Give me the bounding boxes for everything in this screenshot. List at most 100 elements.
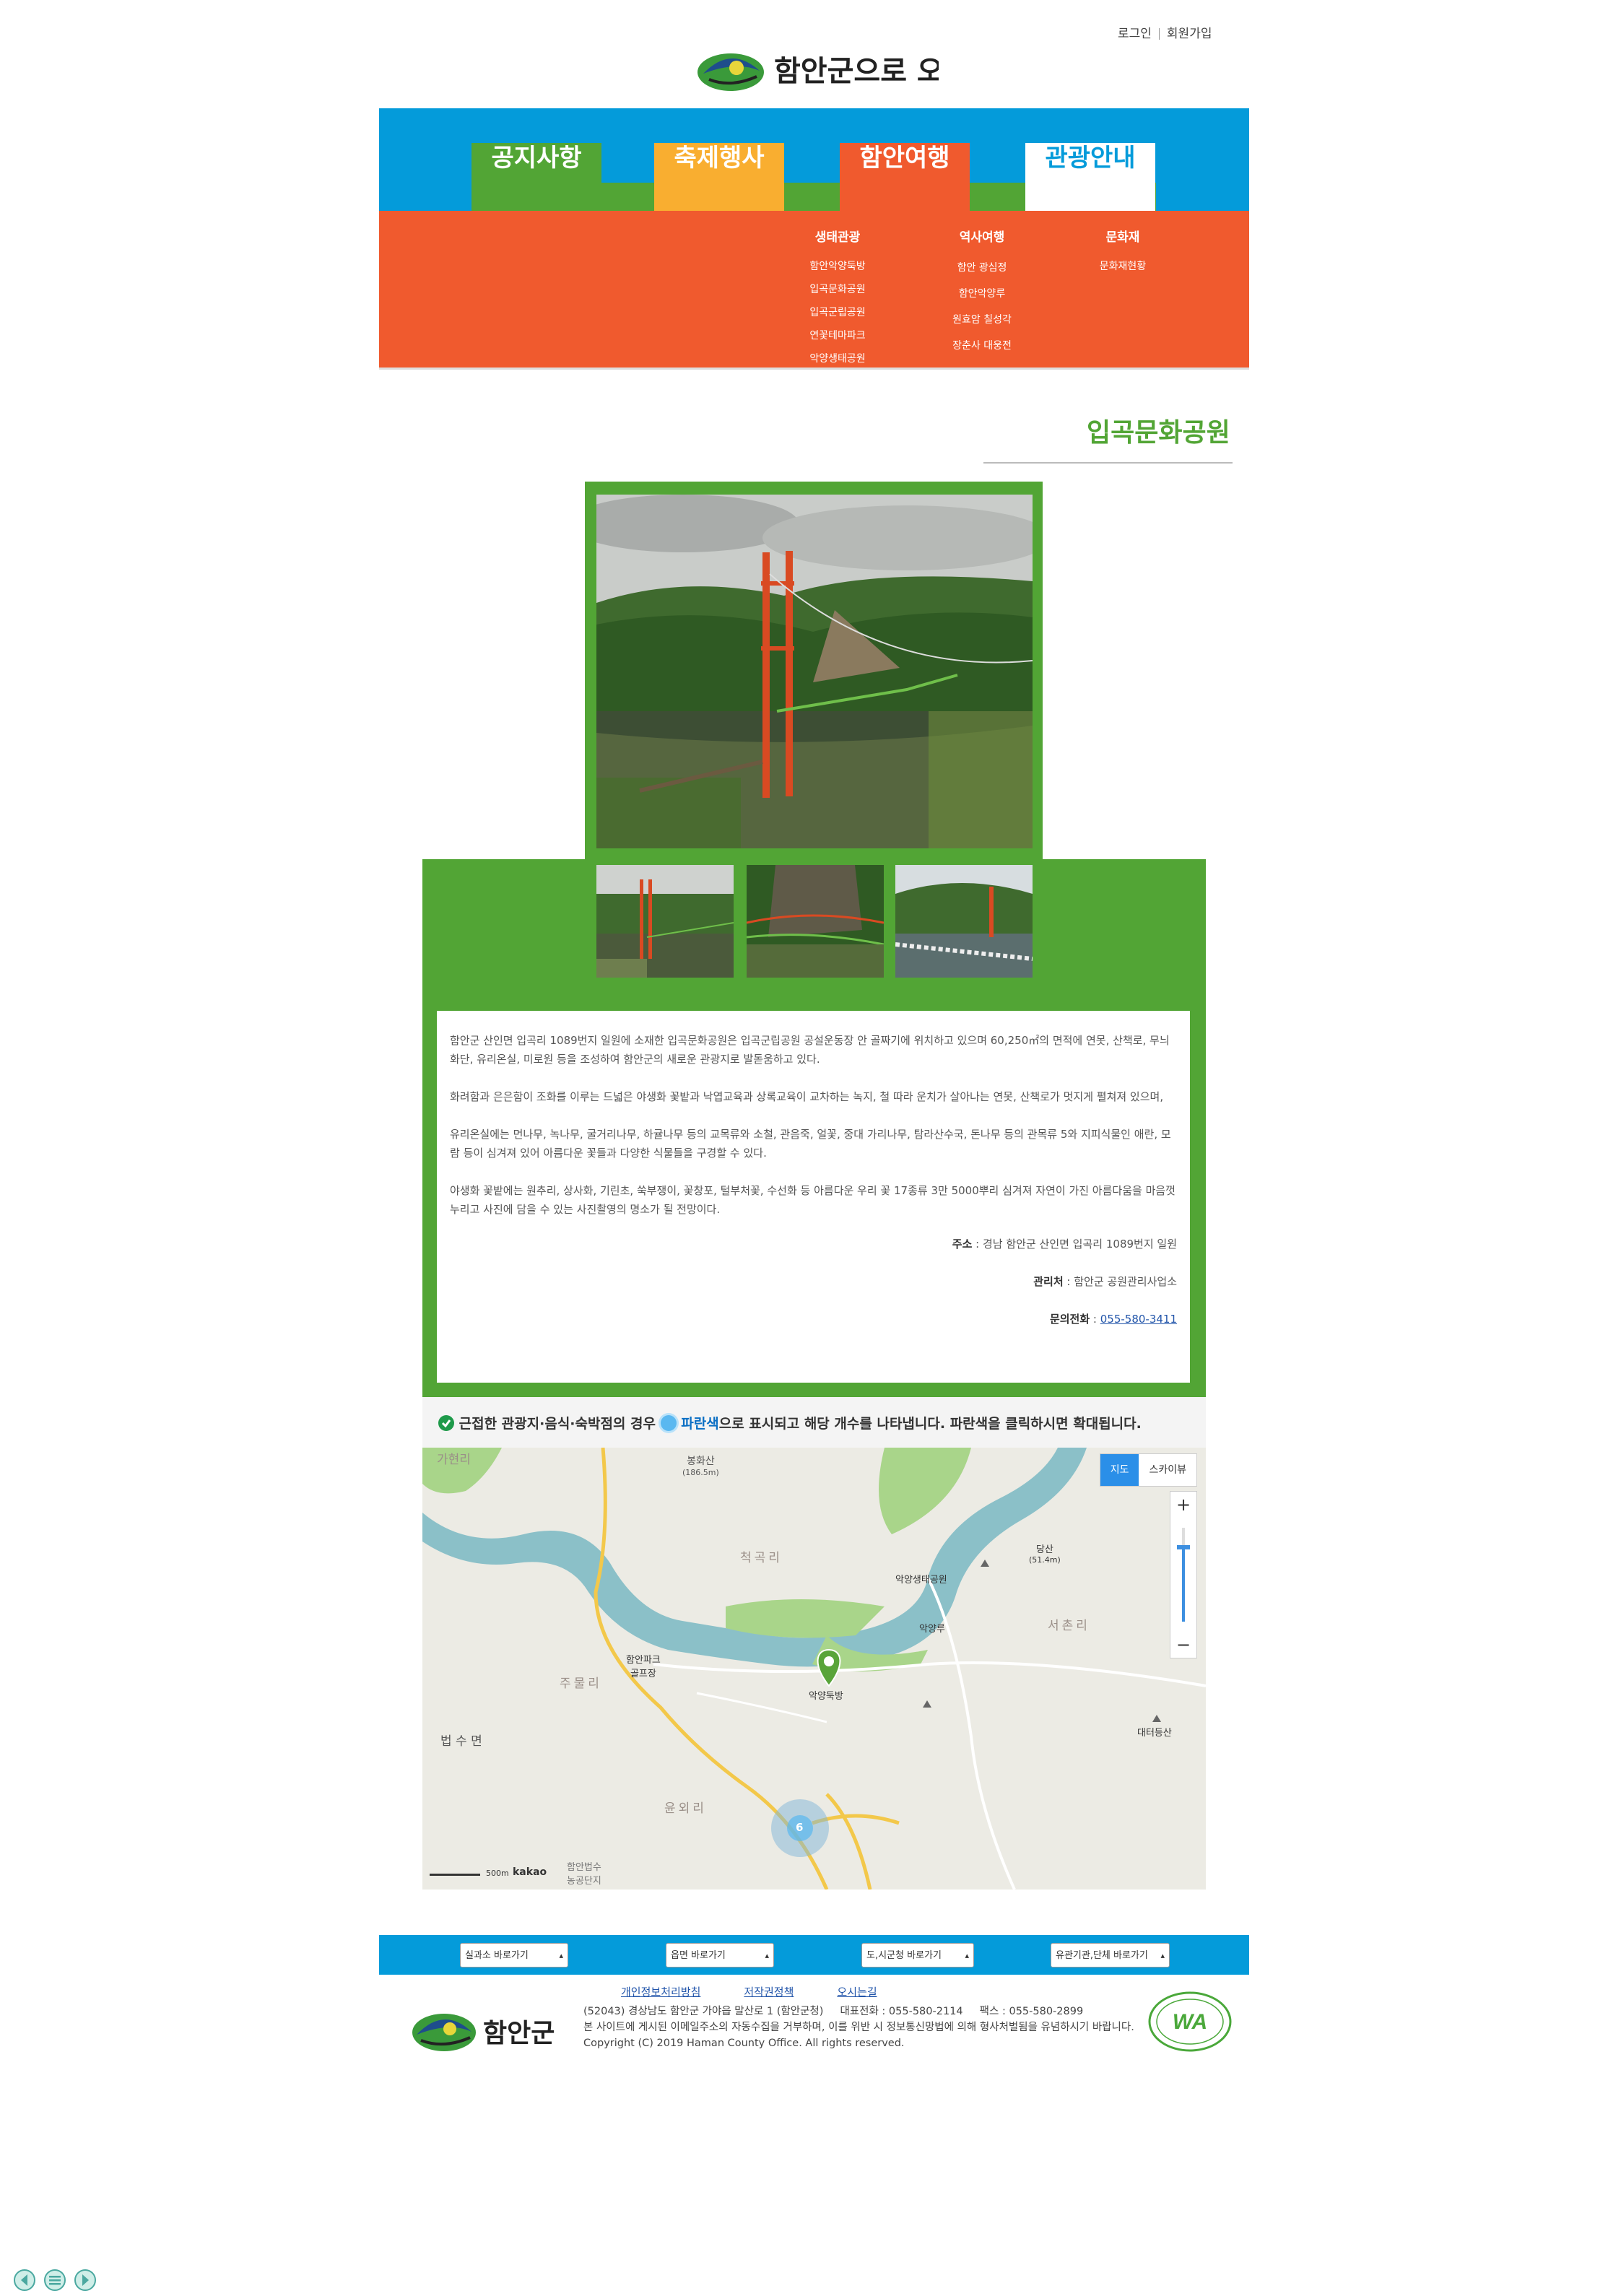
map-scale: 500m xyxy=(486,1869,509,1878)
map-label: 악양둑방 xyxy=(809,1691,843,1702)
menu-item[interactable]: 함안악양루 xyxy=(935,281,1029,307)
description-box: 함안군 산인면 입곡리 1089번지 일원에 소재한 입곡문화공원은 입곡군립공… xyxy=(437,1011,1190,1383)
privacy-link[interactable]: 개인정보처리방침 xyxy=(621,1986,700,1999)
next-icon[interactable] xyxy=(74,2269,96,2291)
map-label: 서촌리 xyxy=(1048,1619,1090,1633)
chevron-updown-icon: ▴ xyxy=(765,1951,769,1960)
select-value: 유관기관,단체 바로가기 xyxy=(1056,1950,1148,1961)
divider xyxy=(379,368,1249,370)
info-block: 주소 : 경남 함안군 산인면 입곡리 1089번지 일원 관리처 : 함안군 … xyxy=(450,1235,1177,1329)
footer-logo-text: 함안군 xyxy=(483,2018,555,2048)
kakao-logo: kakao xyxy=(513,1866,547,1878)
check-icon xyxy=(438,1415,454,1431)
tab-label: 관광안내 xyxy=(1045,144,1136,173)
tab-label: 공지사항 xyxy=(491,144,582,173)
select-value: 도,시군청 바로가기 xyxy=(866,1950,942,1961)
menu-heading: 생태관광 xyxy=(814,230,861,245)
phone-link[interactable]: 055-580-3411 xyxy=(1100,1313,1177,1326)
cluster-count[interactable]: 6 xyxy=(796,1821,803,1834)
zoom-in-button[interactable]: + xyxy=(1170,1492,1196,1518)
email-notice: 본 사이트에 게시된 이메일주소의 자동수집을 거부하며, 이를 위반 시 정보… xyxy=(583,2022,1134,2033)
map-label: 주물리 xyxy=(560,1677,602,1691)
map-label: 농공단지 xyxy=(567,1876,601,1887)
menu-item[interactable]: 연꽃테마파크 xyxy=(791,324,885,347)
map-label: 봉화산 xyxy=(687,1456,715,1467)
menu-heading: 문화재 xyxy=(1105,230,1140,245)
chevron-updown-icon: ▴ xyxy=(1160,1951,1165,1960)
map-label: 윤외리 xyxy=(664,1801,707,1816)
address-label: 주소 xyxy=(952,1238,973,1251)
map-label: 법 수 면 xyxy=(440,1734,482,1749)
thumbnail[interactable] xyxy=(747,865,884,978)
menu-col-history: 역사여행 함안 광심정 함안악양루 원효암 칠성각 장춘사 대웅전 xyxy=(935,227,1029,359)
map-label: 골프장 xyxy=(630,1669,656,1679)
site-logo[interactable]: 함안군으로 오세요 xyxy=(693,42,996,100)
map-label: 당산 xyxy=(1035,1544,1053,1555)
tab-travel[interactable]: 함안여행 xyxy=(840,143,970,212)
map-label: 악양루 xyxy=(919,1624,945,1635)
menu-heading: 역사여행 xyxy=(959,230,1005,245)
agency-select[interactable]: 유관기관,단체 바로가기 ▴ xyxy=(1051,1943,1170,1967)
map-label: 함안법수 xyxy=(567,1862,601,1873)
map-notice: 근접한 관광지·음식·숙박점의 경우 파란색으로 표시되고 해당 개수를 나타냅… xyxy=(422,1397,1206,1448)
copyright-policy-link[interactable]: 저작권정책 xyxy=(744,1986,794,1999)
page-title: 입곡문화공원 xyxy=(1087,418,1230,448)
tab-tour-info[interactable]: 관광안내 xyxy=(1025,143,1155,212)
menu-item[interactable]: 함안악양둑방 xyxy=(791,255,885,278)
phone-row: 문의전화 : 055-580-3411 xyxy=(450,1310,1177,1329)
description-paragraph: 화려함과 은은함이 조화를 이루는 드넓은 야생화 꽃밭과 낙엽교육과 상록교육… xyxy=(450,1090,1164,1103)
top-links: 로그인 회원가입 xyxy=(1118,23,1212,41)
tab-label: 축제행사 xyxy=(674,144,765,173)
description-paragraph: 유리온실에는 먼나무, 녹나무, 굴거리나무, 하귤나무 등의 교목류와 소철,… xyxy=(450,1128,1171,1160)
map-label: 척곡리 xyxy=(740,1551,783,1565)
footer-links: 개인정보처리방침 저작권정책 오시는길 xyxy=(621,1984,921,1999)
chevron-updown-icon: ▴ xyxy=(559,1951,563,1960)
zoom-control: + − xyxy=(1170,1491,1197,1658)
city-select[interactable]: 도,시군청 바로가기 ▴ xyxy=(861,1943,974,1967)
thumbnail[interactable] xyxy=(895,865,1033,978)
map-label: 함안법수농공단지 xyxy=(567,1859,601,1887)
map-label: 함안파크 xyxy=(626,1655,661,1666)
map-label: 당산 (51.4m) xyxy=(1029,1541,1061,1565)
description-paragraph: 함안군 산인면 입곡리 1089번지 일원에 소재한 입곡문화공원은 입곡군립공… xyxy=(450,1034,1170,1066)
tab-label: 함안여행 xyxy=(859,144,950,173)
description-paragraph: 야생화 꽃밭에는 원추리, 상사화, 기린초, 쑥부쟁이, 꽃창포, 털부처꽃,… xyxy=(450,1184,1175,1216)
tab-notice[interactable]: 공지사항 xyxy=(471,143,601,212)
signup-link[interactable]: 회원가입 xyxy=(1167,23,1212,41)
menu-item[interactable]: 문화재현황 xyxy=(1083,255,1162,278)
wa-certification-badge: WA xyxy=(1147,1989,1233,2054)
address-value: : 경남 함안군 산인면 입곡리 1089번지 일원 xyxy=(972,1238,1177,1251)
tab-festival[interactable]: 축제행사 xyxy=(654,143,784,212)
directions-link[interactable]: 오시는길 xyxy=(837,1986,877,1999)
map[interactable]: 가현리 봉화산 (186.5m) 척곡리 악양생태공원 당산 (51.4m) 악양루… xyxy=(422,1448,1206,1890)
menu-item[interactable]: 원효암 칠성각 xyxy=(935,307,1029,333)
footer-bar: 실과소 바로가기 ▴ 읍면 바로가기 ▴ 도,시군청 바로가기 ▴ 유관기관,단체 바… xyxy=(379,1935,1249,1975)
menu-icon[interactable] xyxy=(44,2269,66,2291)
menu-item[interactable]: 입곡군립공원 xyxy=(791,301,885,324)
thumbnail[interactable] xyxy=(596,865,734,978)
footer-address: (52043) 경상남도 함안군 가야읍 말산로 1 (함안군청) 대표전화 :… xyxy=(583,2004,1134,2051)
menu-col-heritage: 문화재 문화재현황 xyxy=(1083,227,1162,278)
prev-icon[interactable] xyxy=(14,2269,35,2291)
menu-item[interactable]: 장춘사 대웅전 xyxy=(935,333,1029,359)
zoom-level-fill xyxy=(1182,1549,1185,1622)
login-link[interactable]: 로그인 xyxy=(1118,23,1152,41)
town-select[interactable]: 읍면 바로가기 ▴ xyxy=(666,1943,774,1967)
footer-logo: 함안군 xyxy=(408,2000,567,2065)
skyview-button[interactable]: 스카이뷰 xyxy=(1139,1454,1196,1486)
page-controls xyxy=(13,2267,100,2293)
zoom-out-button[interactable]: − xyxy=(1170,1632,1196,1658)
wa-text: WA xyxy=(1173,2010,1207,2034)
dept-select[interactable]: 실과소 바로가기 ▴ xyxy=(460,1943,568,1967)
copyright: Copyright (C) 2019 Haman County Office. … xyxy=(583,2038,905,2049)
select-value: 실과소 바로가기 xyxy=(465,1950,529,1961)
map-view-button[interactable]: 지도 xyxy=(1100,1454,1139,1486)
menu-item[interactable]: 입곡문화공원 xyxy=(791,278,885,301)
map-label: 대터등산 xyxy=(1137,1728,1172,1739)
map-label: (186.5m) xyxy=(682,1468,719,1477)
chevron-updown-icon: ▴ xyxy=(965,1951,969,1960)
select-value: 읍면 바로가기 xyxy=(671,1950,726,1961)
menu-item[interactable]: 함안 광심정 xyxy=(935,255,1029,281)
blue-dot-icon xyxy=(660,1415,677,1431)
zoom-handle[interactable] xyxy=(1177,1545,1190,1549)
